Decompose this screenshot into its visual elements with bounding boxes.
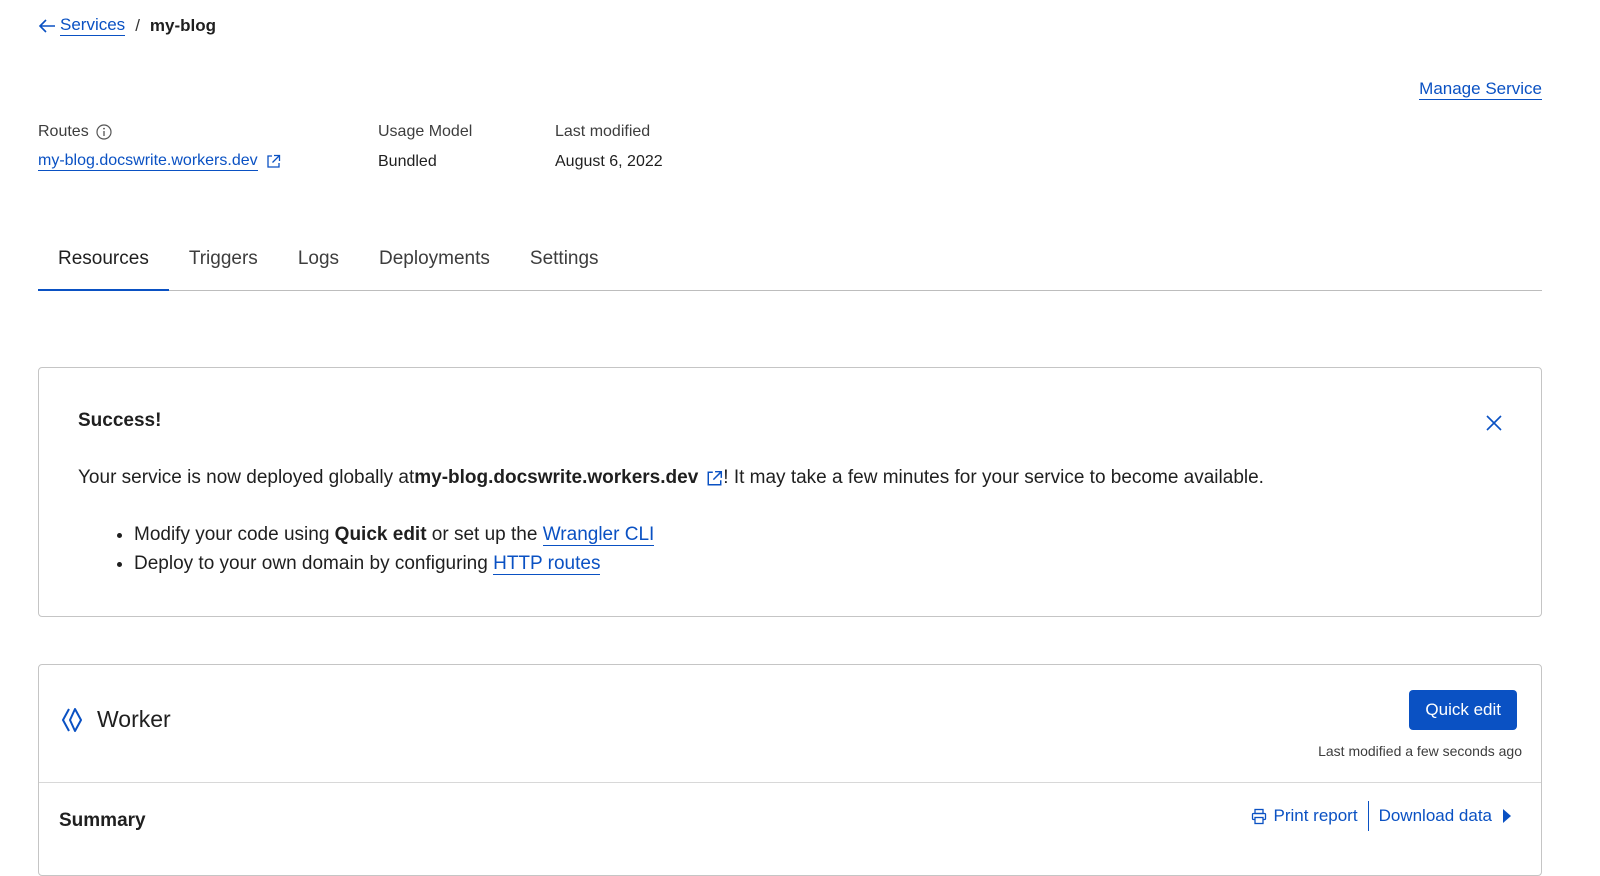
download-data-button[interactable]: Download data bbox=[1379, 806, 1511, 826]
caret-right-icon bbox=[1502, 809, 1511, 823]
success-domain: my-blog.docswrite.workers.dev bbox=[414, 467, 699, 488]
success-notification: Success! Your service is now deployed gl… bbox=[38, 367, 1542, 617]
quick-edit-button[interactable]: Quick edit bbox=[1409, 690, 1517, 730]
print-report-label: Print report bbox=[1273, 806, 1358, 825]
success-message: Your service is now deployed globally at… bbox=[78, 466, 1264, 491]
info-icon[interactable] bbox=[96, 124, 112, 140]
breadcrumb-separator: / bbox=[135, 15, 140, 35]
worker-card: Worker Quick edit Last modified a few se… bbox=[38, 664, 1542, 876]
breadcrumb-current: my-blog bbox=[149, 15, 217, 35]
tab-bar: Resources Triggers Logs Deployments Sett… bbox=[38, 240, 1542, 291]
summary-actions: Print report Download data bbox=[1251, 801, 1511, 831]
list-item: Modify your code using Quick edit or set… bbox=[134, 520, 655, 549]
download-data-label: Download data bbox=[1378, 806, 1492, 825]
last-modified-value: August 6, 2022 bbox=[555, 153, 663, 170]
bullet2-text: Deploy to your own domain by configuring bbox=[134, 553, 494, 574]
print-report-button[interactable]: Print report bbox=[1251, 806, 1358, 826]
close-icon[interactable] bbox=[1485, 414, 1503, 432]
wrangler-cli-link[interactable]: Wrangler CLI bbox=[542, 524, 655, 546]
success-title: Success! bbox=[78, 410, 162, 431]
tab-logs[interactable]: Logs bbox=[278, 240, 359, 289]
list-item: Deploy to your own domain by configuring… bbox=[134, 549, 654, 578]
usage-model-value: Bundled bbox=[378, 153, 437, 170]
actions-separator bbox=[1367, 801, 1369, 831]
success-text-after: ! It may take a few minutes for your ser… bbox=[723, 467, 1264, 488]
arrow-left-icon[interactable] bbox=[38, 18, 56, 34]
external-link-icon[interactable] bbox=[706, 470, 723, 487]
worker-icon bbox=[61, 707, 85, 733]
worker-last-modified: Last modified a few seconds ago bbox=[1318, 743, 1522, 759]
manage-service-link[interactable]: Manage Service bbox=[1419, 79, 1542, 100]
bullet1-bold: Quick edit bbox=[334, 524, 427, 545]
last-modified-label: Last modified bbox=[555, 123, 651, 140]
summary-title: Summary bbox=[59, 810, 146, 831]
http-routes-link[interactable]: HTTP routes bbox=[493, 553, 601, 575]
breadcrumb-services-link[interactable]: Services bbox=[60, 15, 126, 36]
tab-settings[interactable]: Settings bbox=[510, 240, 619, 289]
tab-triggers[interactable]: Triggers bbox=[169, 240, 278, 289]
routes-label-row: Routes bbox=[38, 123, 112, 141]
external-link-icon[interactable] bbox=[266, 154, 281, 169]
routes-label: Routes bbox=[38, 123, 89, 140]
route-link[interactable]: my-blog.docswrite.workers.dev bbox=[38, 152, 258, 171]
tab-resources[interactable]: Resources bbox=[38, 240, 169, 291]
divider bbox=[39, 782, 1541, 783]
usage-model-label: Usage Model bbox=[378, 123, 473, 140]
success-text-before: Your service is now deployed globally at bbox=[78, 467, 415, 488]
printer-icon bbox=[1251, 808, 1267, 825]
worker-title: Worker bbox=[97, 706, 171, 732]
route-value-row: my-blog.docswrite.workers.dev bbox=[38, 152, 281, 171]
breadcrumb: Services / my-blog bbox=[38, 15, 216, 36]
success-bullets: Modify your code using Quick edit or set… bbox=[78, 520, 655, 578]
bullet1-mid: or set up the bbox=[426, 524, 543, 545]
tab-deployments[interactable]: Deployments bbox=[359, 240, 510, 289]
bullet1-text: Modify your code using bbox=[134, 524, 335, 545]
worker-header: Worker bbox=[61, 706, 171, 733]
